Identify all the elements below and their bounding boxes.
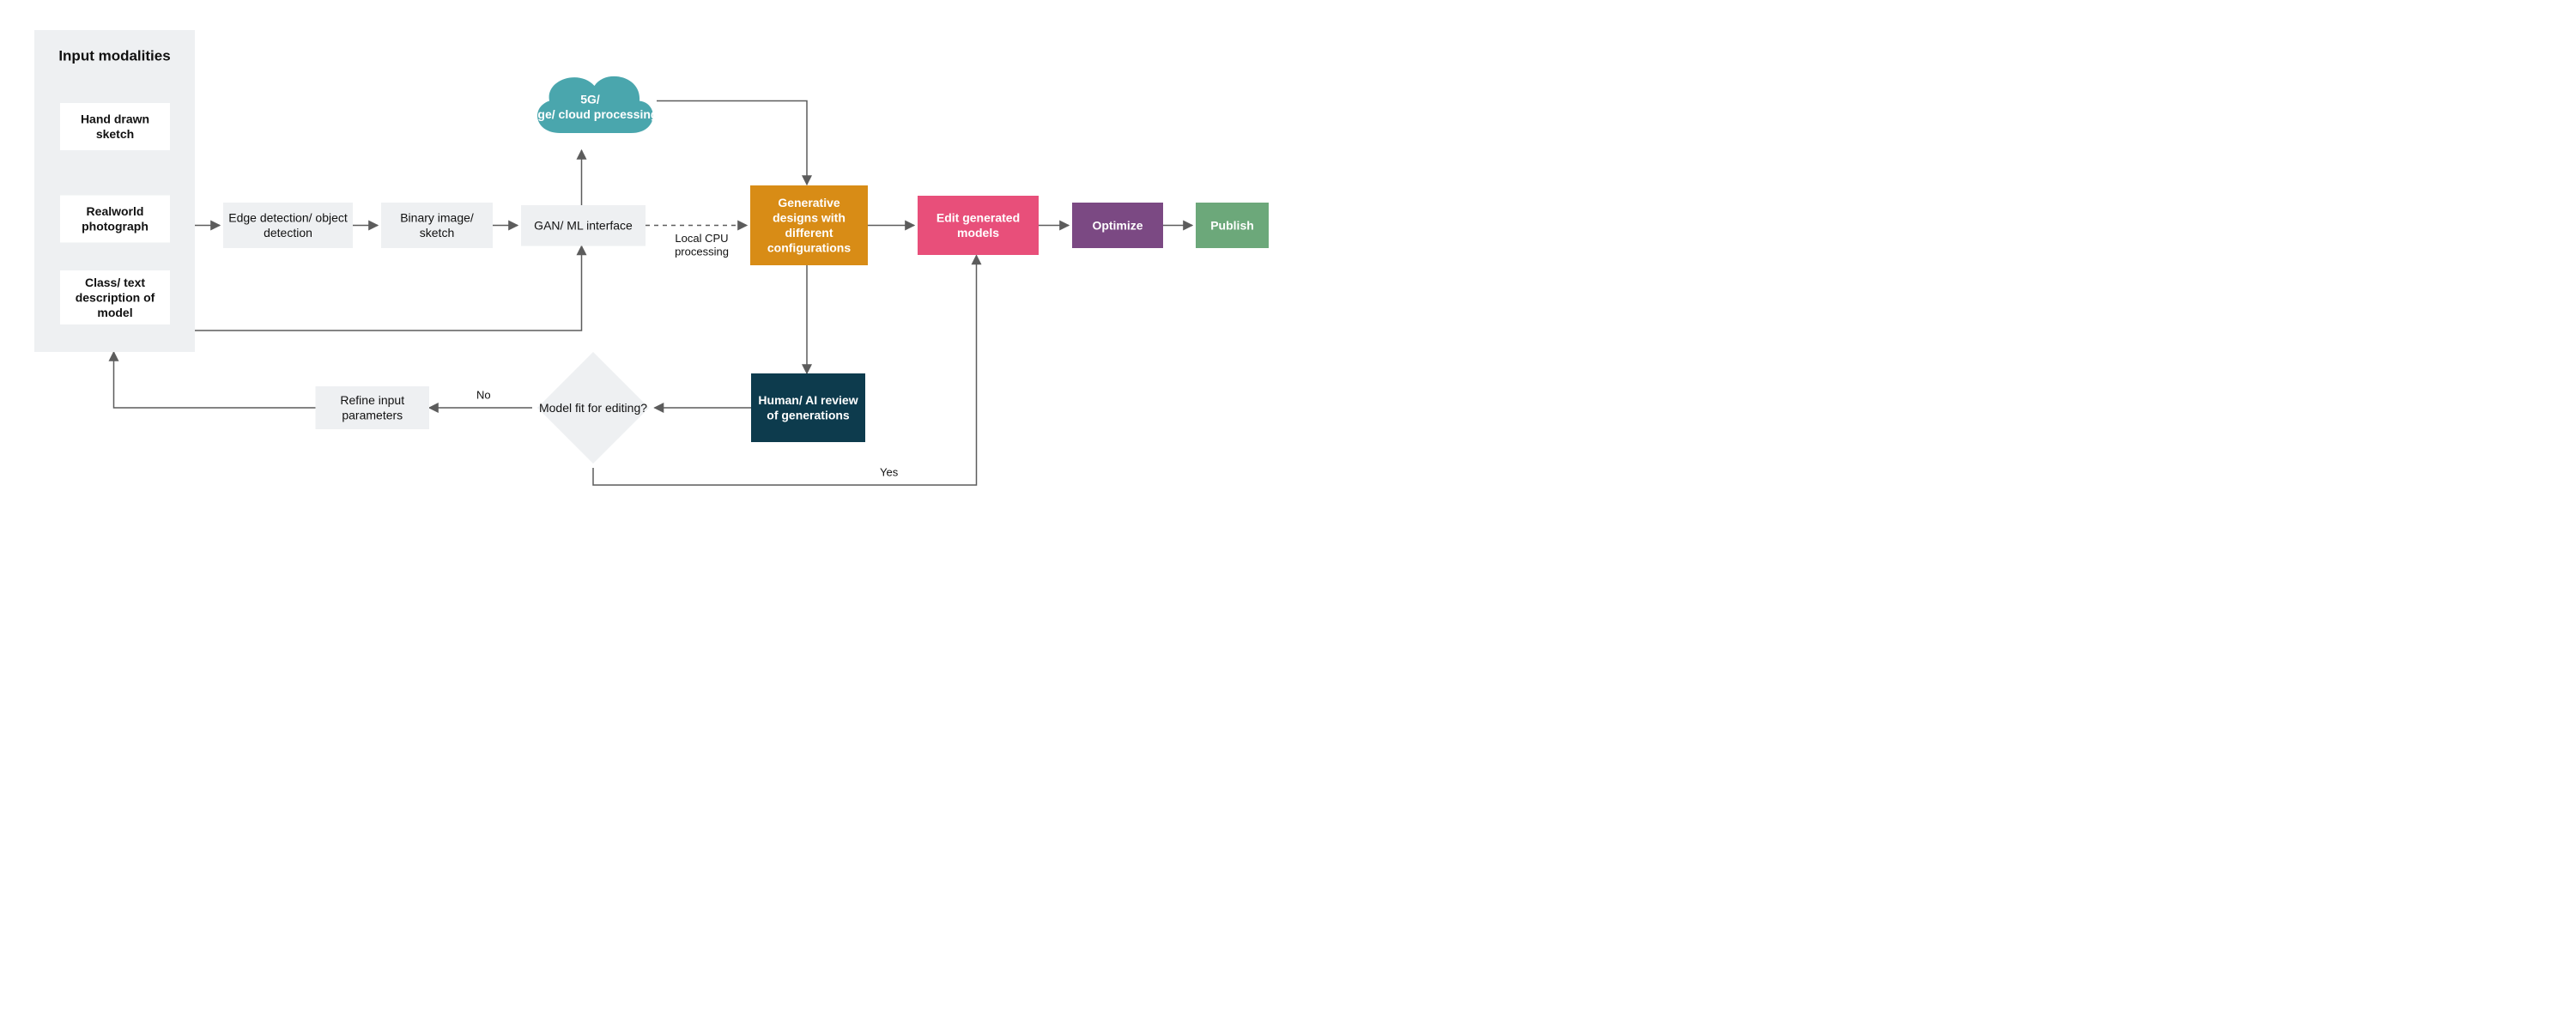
node-cloud-processing: 5G/ Edge/ cloud processing <box>522 52 659 150</box>
node-edit-generated-models: Edit generated models <box>918 196 1039 255</box>
decision-model-fit: Model fit for editing? <box>533 348 653 468</box>
panel-title: Input modalities <box>34 30 195 73</box>
node-optimize: Optimize <box>1072 203 1163 248</box>
node-human-ai-review: Human/ AI review of generations <box>751 373 865 442</box>
cloud-label: 5G/ Edge/ cloud processing <box>523 80 658 122</box>
decision-label: Model fit for editing? <box>539 400 647 415</box>
edge-label-local-cpu: Local CPU processing <box>661 232 742 258</box>
edge-label-yes: Yes <box>880 466 898 480</box>
node-generative-designs: Generative designs with different config… <box>750 185 868 265</box>
node-gan-ml-interface: GAN/ ML interface <box>521 205 646 246</box>
input-class-text-description: Class/ text description of model <box>60 270 170 324</box>
diagram-canvas: Input modalities Hand drawn sketch Realw… <box>0 0 1288 516</box>
node-refine-input: Refine input parameters <box>316 386 430 429</box>
node-binary-image: Binary image/ sketch <box>381 203 493 248</box>
edge-label-no: No <box>476 389 491 403</box>
input-hand-drawn-sketch: Hand drawn sketch <box>60 103 170 150</box>
node-edge-detection: Edge detection/ object detection <box>223 203 353 248</box>
node-publish: Publish <box>1196 203 1269 248</box>
input-realworld-photograph: Realworld photograph <box>60 196 170 243</box>
